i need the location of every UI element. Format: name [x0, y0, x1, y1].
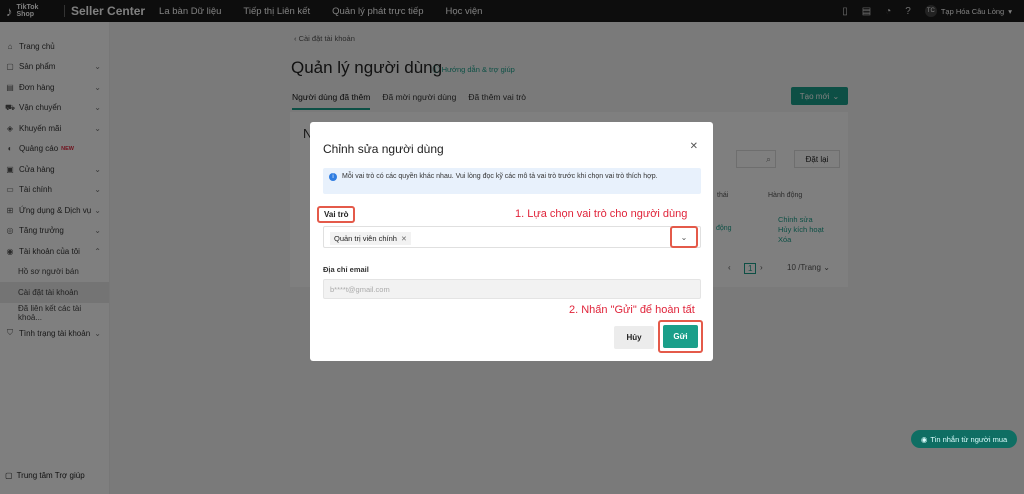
role-dropdown-toggle[interactable]: ⌄ [670, 226, 698, 248]
role-label: Vai trò [317, 206, 356, 223]
cancel-button[interactable]: Hủy [614, 326, 654, 349]
email-label: Địa chỉ email [323, 265, 369, 274]
email-field: b****t@gmail.com [323, 279, 701, 299]
buyer-messages-button[interactable]: ◉ Tin nhắn từ người mua [911, 430, 1017, 448]
chevron-down-icon: ⌄ [680, 232, 688, 242]
dialog-title: Chỉnh sửa người dùng [323, 142, 444, 156]
info-text: Mỗi vai trò có các quyền khác nhau. Vui … [342, 173, 658, 180]
role-select[interactable]: Quản trị viên chính ✕ [323, 226, 701, 248]
info-banner: i Mỗi vai trò có các quyền khác nhau. Vu… [323, 168, 701, 194]
edit-user-dialog: Chỉnh sửa người dùng ✕ i Mỗi vai trò có … [310, 122, 713, 361]
annotation-step-1: 1. Lựa chọn vai trò cho người dùng [515, 208, 688, 220]
send-button[interactable]: Gửi [663, 325, 698, 348]
info-icon: i [329, 173, 337, 181]
annotation-step-2: 2. Nhấn "Gửi" để hoàn tất [569, 304, 695, 316]
close-icon[interactable]: ✕ [690, 141, 698, 152]
role-tag: Quản trị viên chính ✕ [330, 232, 411, 245]
buyer-messages-label: Tin nhắn từ người mua [930, 434, 1008, 444]
remove-tag-icon[interactable]: ✕ [401, 235, 407, 243]
role-tag-label: Quản trị viên chính [334, 234, 397, 243]
send-button-highlight: Gửi [658, 320, 703, 353]
chat-icon: ◉ [920, 434, 928, 444]
